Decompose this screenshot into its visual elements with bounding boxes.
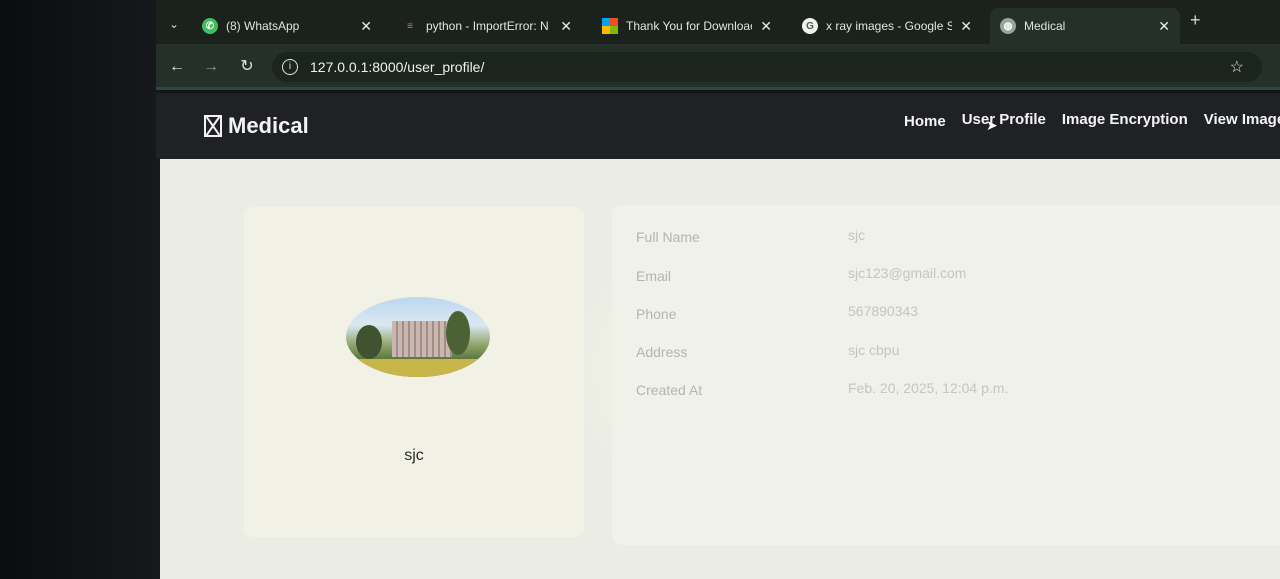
tab-search-chevron-icon[interactable]: ⌄ — [164, 14, 184, 34]
nav-user-profile-link[interactable]: User Profile — [962, 111, 1046, 130]
close-icon[interactable]: ✕ — [760, 18, 772, 35]
profile-card: sjc — [244, 207, 584, 537]
address-bar[interactable]: i 127.0.0.1:8000/user_profile/ ☆ — [272, 52, 1262, 82]
field-label: Created At — [636, 382, 703, 398]
field-label: Address — [636, 344, 688, 360]
field-value: sjc — [848, 227, 866, 243]
back-arrow-icon[interactable]: ← — [166, 56, 188, 78]
avatar-lawn — [346, 359, 490, 377]
tab-microsoft[interactable]: Thank You for Downloac ✕ — [592, 8, 782, 44]
profile-name: sjc — [404, 447, 424, 464]
microsoft-icon — [602, 18, 618, 34]
monitor-bezel — [0, 0, 160, 579]
detail-row-address: Address sjc cbpu — [636, 342, 1276, 366]
page-content: sjc Full Name sjc Email sjc123@gmail.com… — [160, 159, 1280, 579]
reload-icon[interactable]: ↻ — [236, 56, 258, 78]
url-text[interactable]: 127.0.0.1:8000/user_profile/ — [310, 59, 484, 75]
tab-title: python - ImportError: N — [426, 19, 549, 33]
avatar — [346, 297, 490, 377]
google-icon: G — [802, 18, 818, 34]
close-icon[interactable]: ✕ — [560, 18, 572, 35]
close-icon[interactable]: ✕ — [960, 18, 972, 35]
close-icon[interactable]: ✕ — [360, 18, 372, 35]
whatsapp-icon: ✆ — [202, 18, 218, 34]
detail-row-created-at: Created At Feb. 20, 2025, 12:04 p.m. — [636, 380, 1276, 404]
nav-image-encryption-link[interactable]: Image Encryption — [1062, 111, 1188, 130]
field-label: Email — [636, 268, 672, 284]
avatar-tree — [356, 325, 382, 359]
medical-logo-icon — [204, 115, 222, 137]
tab-title: (8) WhatsApp — [226, 19, 300, 33]
tab-whatsapp[interactable]: ✆ (8) WhatsApp ✕ — [192, 8, 382, 44]
detail-row-email: Email sjc123@gmail.com — [636, 265, 1276, 290]
bookmark-star-icon[interactable]: ☆ — [1230, 57, 1244, 77]
forward-arrow-icon[interactable]: → — [200, 56, 222, 78]
tab-title: Thank You for Downloac — [626, 19, 753, 33]
field-label: Phone — [636, 306, 677, 322]
field-value: Feb. 20, 2025, 12:04 p.m. — [848, 380, 1009, 396]
tab-title: x ray images - Google S — [826, 19, 953, 33]
profile-details-card: Full Name sjc Email sjc123@gmail.com Pho… — [612, 205, 1280, 545]
field-value: sjc cbpu — [848, 342, 900, 358]
site-navbar: Medical Home User Profile Image Encrypti… — [156, 93, 1280, 159]
browser-window: ⌄ ✆ (8) WhatsApp ✕ ≡ python - ImportErro… — [156, 0, 1280, 579]
stackoverflow-icon: ≡ — [407, 20, 413, 32]
brand-logo[interactable]: Medical — [204, 113, 309, 139]
tab-google[interactable]: G x ray images - Google S ✕ — [792, 8, 982, 44]
field-value: sjc123@gmail.com — [848, 265, 967, 281]
tab-title: Medical — [1024, 19, 1066, 33]
tab-stackoverflow[interactable]: ≡ python - ImportError: N ✕ — [392, 8, 582, 44]
detail-row-phone: Phone 567890343 — [636, 303, 1276, 328]
site-info-icon[interactable]: i — [282, 59, 298, 75]
brand-name: Medical — [228, 113, 309, 138]
mouse-cursor-icon: ➤ — [986, 117, 998, 133]
detail-row-full-name: Full Name sjc — [636, 227, 1276, 251]
tab-medical[interactable]: ◍ Medical ✕ — [990, 8, 1180, 44]
nav-home-link[interactable]: Home — [904, 113, 946, 130]
nav-view-images-link[interactable]: View Images — [1204, 111, 1280, 130]
globe-icon: ◍ — [1000, 18, 1016, 34]
nav-links: Home User Profile Image Encryption View … — [904, 111, 1280, 130]
browser-toolbar: ← → ↻ i 127.0.0.1:8000/user_profile/ ☆ — [156, 44, 1280, 90]
tab-strip: ⌄ ✆ (8) WhatsApp ✕ ≡ python - ImportErro… — [156, 0, 1280, 44]
field-value: 567890343 — [848, 303, 919, 319]
avatar-tree — [446, 311, 470, 355]
field-label: Full Name — [636, 229, 700, 245]
avatar-building — [392, 321, 452, 357]
new-tab-plus-icon[interactable]: + — [1190, 10, 1201, 31]
close-icon[interactable]: ✕ — [1158, 18, 1170, 35]
